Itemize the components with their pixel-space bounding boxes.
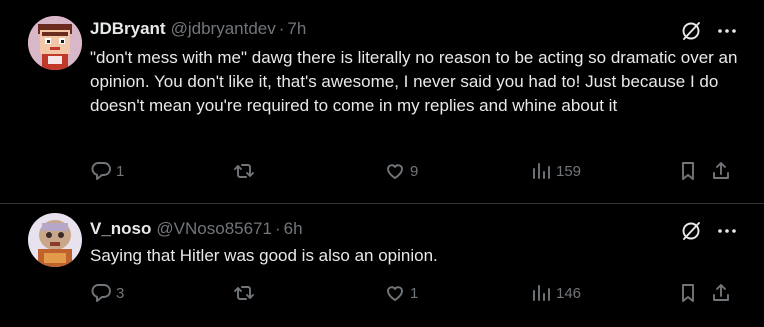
avatar-image bbox=[28, 16, 82, 70]
speech-bubble-icon bbox=[91, 162, 111, 180]
grok-slash-icon[interactable] bbox=[680, 20, 702, 42]
separator-dot: · bbox=[274, 219, 281, 238]
speech-bubble-icon bbox=[91, 284, 111, 302]
like-count: 9 bbox=[410, 162, 419, 180]
like-count: 1 bbox=[410, 284, 419, 302]
avatar-image bbox=[28, 213, 82, 267]
more-dots-icon[interactable] bbox=[716, 20, 738, 42]
retweet-arrows-icon bbox=[234, 164, 254, 178]
avatar[interactable] bbox=[28, 213, 82, 267]
more-dots-icon[interactable] bbox=[716, 220, 738, 242]
reply-button[interactable]: 1 bbox=[90, 160, 124, 182]
display-name[interactable]: JDBryant bbox=[90, 19, 166, 39]
bookmark-icon bbox=[682, 284, 694, 302]
separator-dot: · bbox=[278, 19, 285, 38]
tweet[interactable]: V_noso @VNoso85671 · 6h Saying that Hitl… bbox=[0, 204, 764, 327]
view-count: 159 bbox=[556, 162, 582, 180]
tweet-header: V_noso @VNoso85671 · 6h bbox=[90, 218, 303, 240]
bar-chart-icon bbox=[533, 285, 550, 301]
bar-chart-icon bbox=[533, 163, 550, 179]
action-bar: 3 1 146 bbox=[0, 282, 764, 308]
tweet[interactable]: JDBryant @jdbryantdev · 7h "don't mess w… bbox=[0, 0, 764, 204]
grok-slash-icon[interactable] bbox=[680, 220, 702, 242]
views-button[interactable]: 159 bbox=[530, 160, 581, 182]
reply-count: 3 bbox=[116, 284, 125, 302]
retweet-button[interactable] bbox=[233, 160, 259, 182]
tweet-text: Saying that Hitler was good is also an o… bbox=[90, 246, 438, 265]
bookmark-button[interactable] bbox=[677, 282, 699, 304]
like-button[interactable]: 9 bbox=[384, 160, 418, 182]
like-button[interactable]: 1 bbox=[384, 282, 418, 304]
retweet-button[interactable] bbox=[233, 282, 259, 304]
views-button[interactable]: 146 bbox=[530, 282, 581, 304]
display-name[interactable]: V_noso bbox=[90, 219, 151, 239]
timestamp[interactable]: 7h bbox=[287, 19, 306, 39]
action-bar: 1 9 159 bbox=[0, 160, 764, 186]
bookmark-button[interactable] bbox=[677, 160, 699, 182]
retweet-arrows-icon bbox=[234, 286, 254, 300]
share-button[interactable] bbox=[710, 160, 732, 182]
tweet-header: JDBryant @jdbryantdev · 7h bbox=[90, 18, 306, 40]
share-upload-icon bbox=[713, 284, 729, 301]
avatar[interactable] bbox=[28, 16, 82, 70]
bookmark-icon bbox=[682, 162, 694, 180]
view-count: 146 bbox=[556, 284, 582, 302]
user-handle[interactable]: @VNoso85671 bbox=[156, 219, 272, 239]
heart-icon bbox=[387, 164, 403, 179]
reply-count: 1 bbox=[116, 162, 125, 180]
user-handle[interactable]: @jdbryantdev bbox=[171, 19, 276, 39]
timestamp[interactable]: 6h bbox=[284, 219, 303, 239]
share-upload-icon bbox=[713, 162, 729, 179]
share-button[interactable] bbox=[710, 282, 732, 304]
heart-icon bbox=[387, 286, 403, 301]
reply-button[interactable]: 3 bbox=[90, 282, 124, 304]
tweet-text: "don't mess with me" dawg there is liter… bbox=[90, 48, 738, 115]
